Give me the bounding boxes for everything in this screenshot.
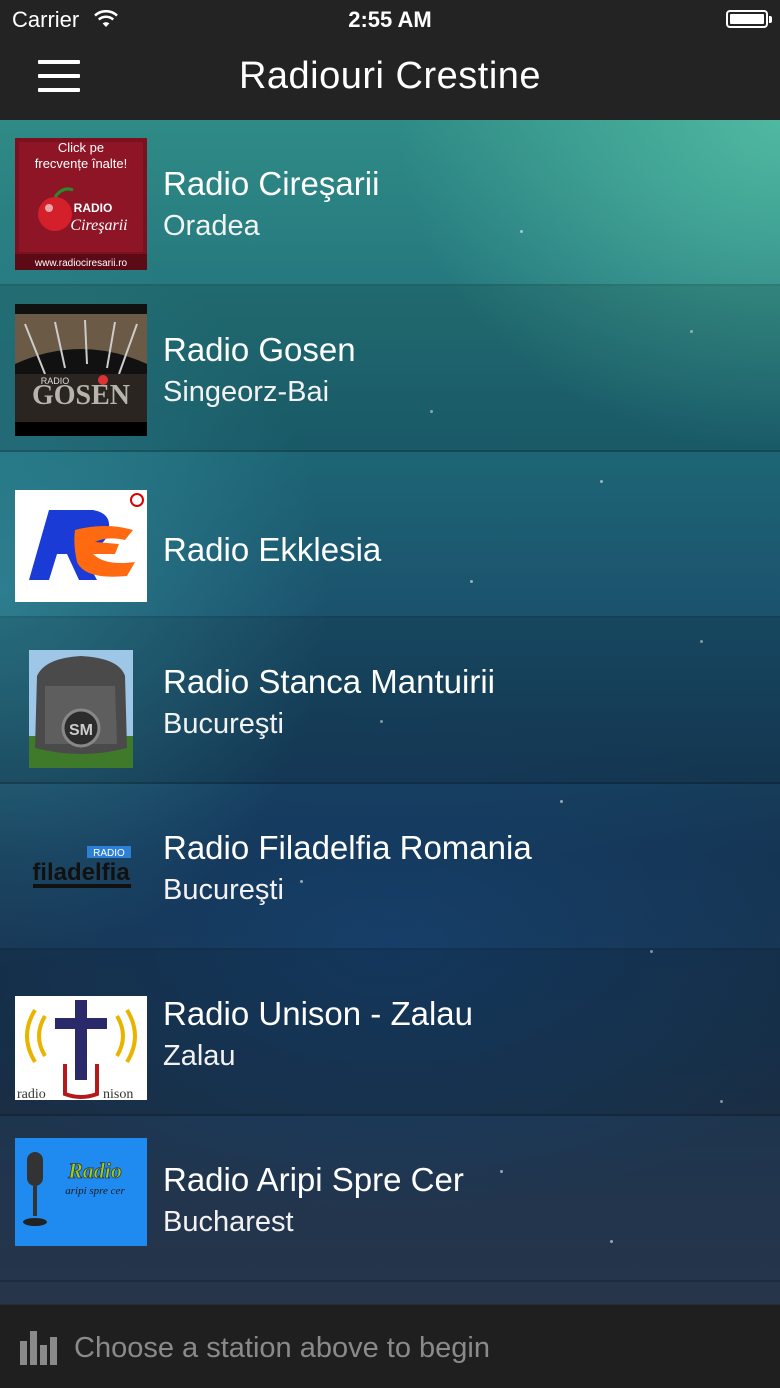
station-city: Zalau bbox=[163, 1040, 236, 1072]
radio-gosen-logo: GOSEN RADIO bbox=[15, 304, 147, 436]
radio-unison-logo: radio nison bbox=[15, 968, 147, 1100]
equalizer-bars-icon bbox=[20, 1331, 57, 1365]
station-row-radio-unison-zalau[interactable]: radio nison Radio Unison - Zalau Zalau bbox=[0, 950, 780, 1116]
station-name: Radio Aripi Spre Cer bbox=[163, 1161, 464, 1198]
svg-text:filadelfia: filadelfia bbox=[32, 859, 130, 886]
svg-text:Cireşarii: Cireşarii bbox=[70, 217, 127, 234]
svg-text:SM: SM bbox=[69, 722, 93, 739]
svg-text:nison: nison bbox=[103, 1087, 133, 1100]
player-status-text: Choose a station above to begin bbox=[74, 1332, 490, 1364]
status-time: 2:55 AM bbox=[348, 7, 432, 32]
station-city: Bucureşti bbox=[163, 874, 284, 906]
station-city: Singeorz-Bai bbox=[163, 376, 330, 408]
station-row-radio-filadelfia-romania[interactable]: RADIO filadelfia Radio Filadelfia Romani… bbox=[0, 784, 780, 950]
radio-ekklesia-logo bbox=[15, 470, 147, 602]
station-name: Radio Filadelfia Romania bbox=[163, 829, 532, 866]
station-list: Click pe frecvențe înalte! RADIO Cireşar… bbox=[0, 120, 780, 1304]
station-row-radio-stanca-mantuirii[interactable]: SM Radio Stanca Mantuirii Bucureşti bbox=[0, 618, 780, 784]
station-name: Radio Gosen bbox=[163, 331, 356, 368]
svg-text:RADIO: RADIO bbox=[41, 376, 70, 386]
station-row-radio-gosen[interactable]: GOSEN RADIO Radio Gosen Singeorz-Bai bbox=[0, 286, 780, 452]
station-name: Radio Unison - Zalau bbox=[163, 995, 473, 1032]
radio-filadelfia-logo: RADIO filadelfia bbox=[15, 802, 147, 934]
status-bar: Carrier 2:55 AM bbox=[0, 0, 780, 40]
station-city: Oradea bbox=[163, 210, 260, 242]
station-name: Radio Cireşarii bbox=[163, 165, 380, 202]
station-row-radio-ciresarii[interactable]: Click pe frecvențe înalte! RADIO Cireşar… bbox=[0, 120, 780, 286]
page-title: Radiouri Crestine bbox=[238, 55, 542, 97]
svg-text:radio: radio bbox=[17, 1087, 46, 1100]
radio-stanca-mantuirii-logo: SM bbox=[15, 636, 147, 768]
station-row-radio-ekklesia[interactable]: Radio Ekklesia bbox=[0, 452, 780, 618]
svg-text:RADIO: RADIO bbox=[74, 201, 113, 215]
svg-text:frecvențe înalte!: frecvențe înalte! bbox=[35, 156, 128, 171]
station-row-radio-aripi-spre-cer[interactable]: Radio aripi spre cer Radio Aripi Spre Ce… bbox=[0, 1116, 780, 1282]
battery-icon bbox=[726, 10, 772, 28]
svg-text:Radio: Radio bbox=[67, 1158, 122, 1183]
radio-ciresarii-logo: Click pe frecvențe înalte! RADIO Cireşar… bbox=[15, 138, 147, 270]
logo-caption: www.radiociresarii.ro bbox=[34, 258, 128, 269]
svg-text:aripi spre cer: aripi spre cer bbox=[65, 1185, 125, 1197]
station-city: Bucureşti bbox=[163, 708, 284, 740]
station-name: Radio Ekklesia bbox=[163, 531, 382, 568]
player-bar[interactable]: Choose a station above to begin bbox=[0, 1304, 780, 1388]
svg-text:Click pe: Click pe bbox=[58, 140, 104, 155]
nav-bar: Radiouri Crestine bbox=[0, 40, 780, 120]
svg-text:RADIO: RADIO bbox=[93, 848, 125, 859]
radio-aripi-spre-cer-logo: Radio aripi spre cer bbox=[15, 1134, 147, 1266]
station-name: Radio Stanca Mantuirii bbox=[163, 663, 495, 700]
station-city: Bucharest bbox=[163, 1206, 294, 1238]
